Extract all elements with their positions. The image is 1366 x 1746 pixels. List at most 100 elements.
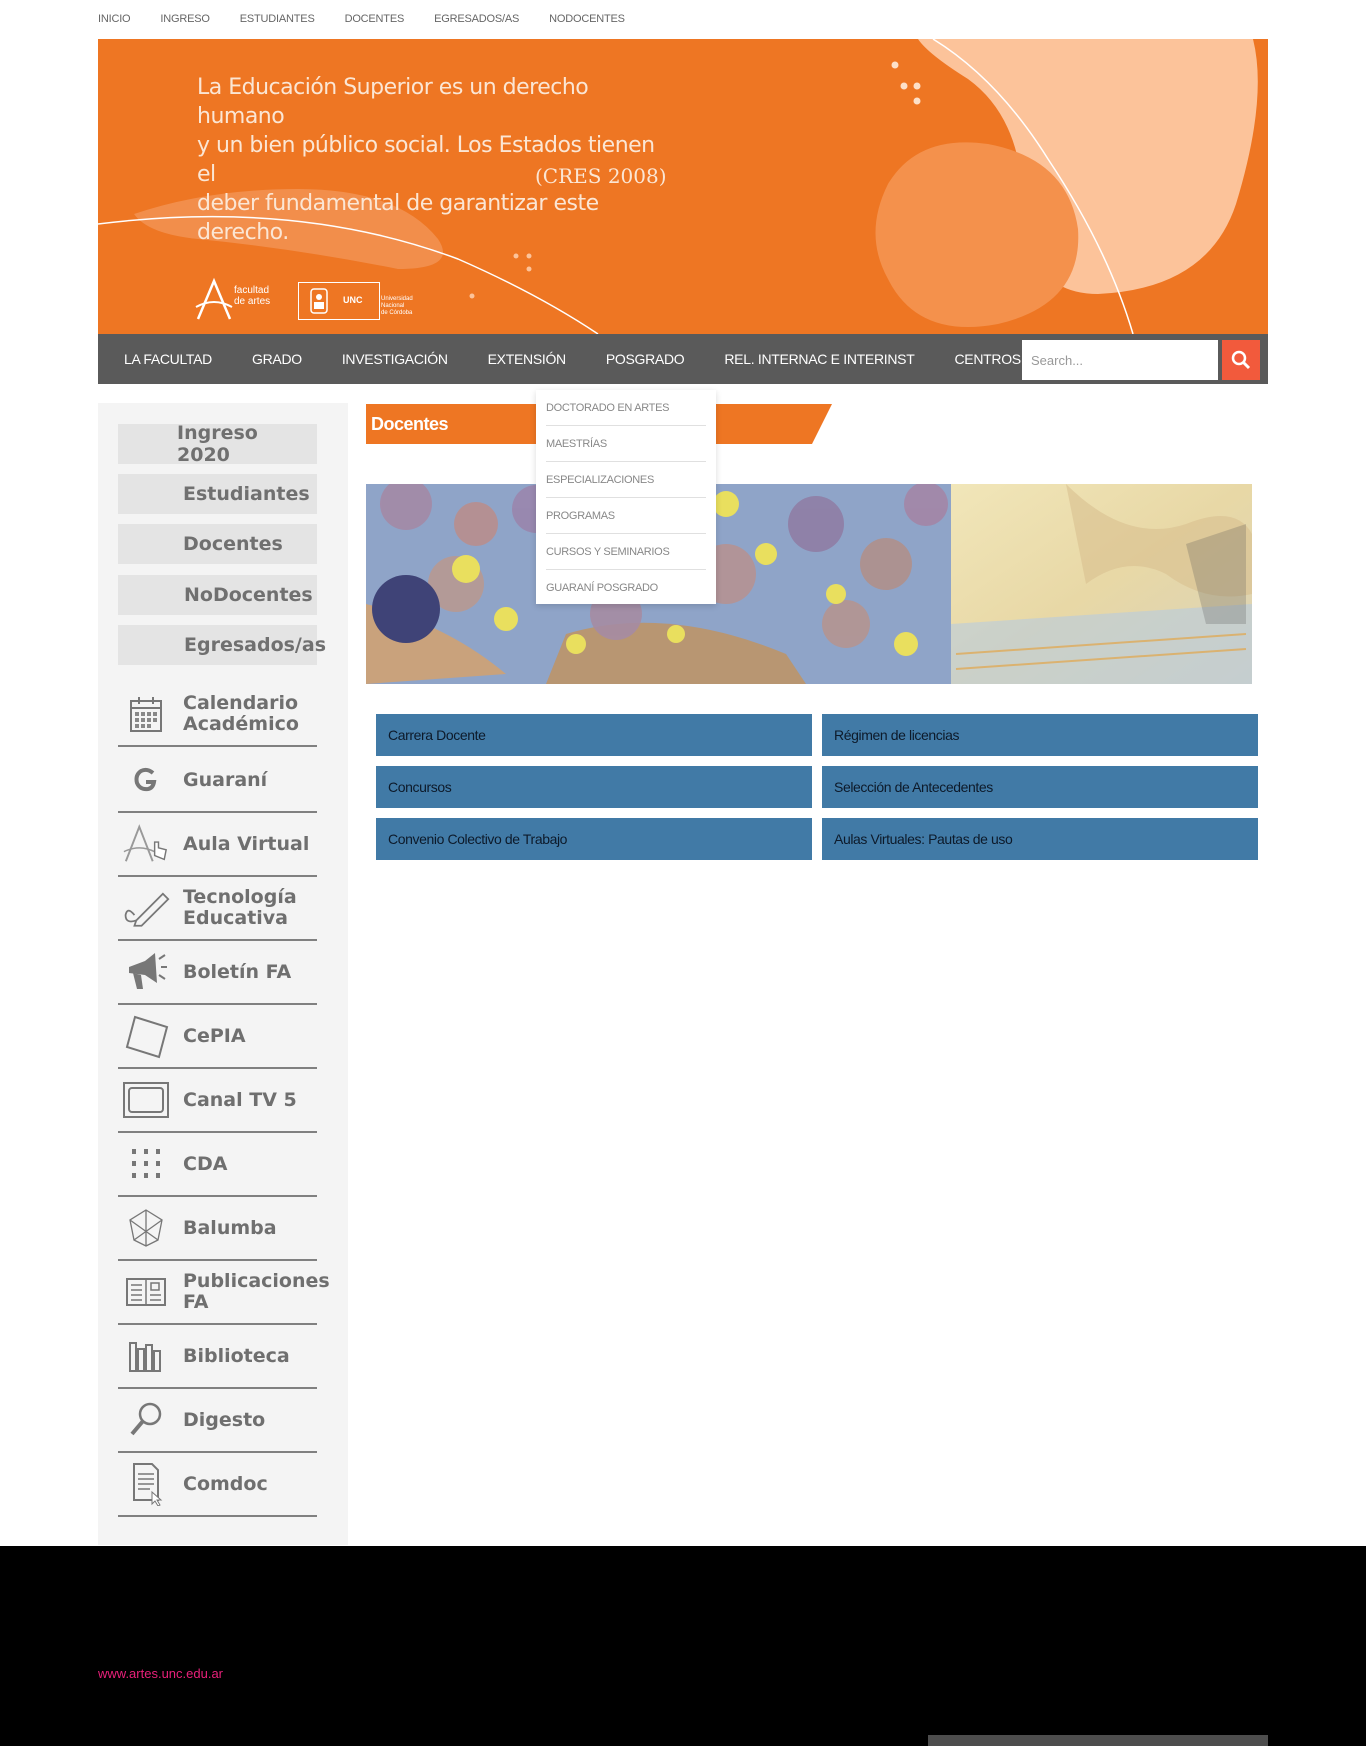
facultad-artes-logo[interactable]: facultad de artes: [194, 277, 284, 323]
unc-label: Universidad Nacional de Córdoba: [381, 296, 413, 317]
sidebar-link-boletin[interactable]: Boletín FA: [118, 941, 317, 1005]
unc-logo[interactable]: UNC: [298, 282, 380, 320]
sidebar-link-biblioteca[interactable]: Biblioteca: [118, 1325, 317, 1389]
sidebar-link-aula-virtual[interactable]: Aula Virtual: [118, 813, 317, 877]
page: INICIO INGRESO ESTUDIANTES DOCENTES EGRE…: [0, 0, 1366, 1746]
sidebar-pill-label: NoDocentes: [184, 584, 313, 606]
dropdown-item-doctorado[interactable]: DOCTORADO EN ARTES: [546, 390, 706, 426]
sidebar-link-calendario[interactable]: Calendario Académico: [118, 683, 317, 747]
top-nav-nodocentes[interactable]: NODOCENTES: [549, 13, 625, 25]
sidebar-link-label: Tecnología: [183, 886, 297, 908]
dropdown-item-programas[interactable]: PROGRAMAS: [546, 498, 706, 534]
sidebar-link-label: Balumba: [183, 1216, 277, 1239]
page-title-text: Docentes: [371, 414, 449, 434]
top-nav-estudiantes[interactable]: ESTUDIANTES: [240, 13, 315, 25]
sidebar-docentes[interactable]: Docentes: [118, 524, 317, 564]
sidebar-ingreso-2020[interactable]: Ingreso 2020: [118, 422, 317, 466]
sidebar-link-label: Educativa: [183, 907, 288, 929]
dropdown-item-especializaciones[interactable]: ESPECIALIZACIONES: [546, 462, 706, 498]
cepia-icon: [122, 1014, 170, 1059]
dropdown-item-guarani-posgrado[interactable]: GUARANÍ POSGRADO: [546, 570, 706, 606]
sidebar-link-label: Publicaciones: [183, 1270, 330, 1292]
sidebar-link-label: Académico: [183, 713, 299, 735]
sidebar-link-guarani[interactable]: Guaraní: [118, 749, 317, 813]
quote-source: (CRES 2008): [535, 164, 667, 188]
sidebar-link-label: Biblioteca: [183, 1344, 290, 1367]
newspaper-icon: [122, 1270, 170, 1314]
sidebar-link-comdoc[interactable]: Comdoc: [118, 1453, 317, 1517]
quote-line: La Educación Superior es un derecho huma…: [197, 75, 589, 129]
dots-icon: [122, 1142, 170, 1186]
nav-investigacion[interactable]: INVESTIGACIÓN: [342, 351, 448, 367]
sidebar-link-balumba[interactable]: Balumba: [118, 1197, 317, 1261]
header-banner: La Educación Superior es un derecho huma…: [98, 39, 1268, 334]
posgrado-dropdown: DOCTORADO EN ARTES MAESTRÍAS ESPECIALIZA…: [536, 390, 716, 604]
unc-shield-icon: [310, 288, 328, 314]
sidebar-link-label: Canal TV 5: [183, 1088, 297, 1111]
sidebar-pill-label: Docentes: [183, 533, 283, 555]
aulas-virtuales-button[interactable]: Aulas Virtuales: Pautas de uso: [822, 818, 1258, 860]
banner-quote: La Educación Superior es un derecho huma…: [197, 73, 677, 247]
sidebar-link-cepia[interactable]: CePIA: [118, 1005, 317, 1069]
top-nav-docentes[interactable]: DOCENTES: [345, 13, 405, 25]
tv-icon: [122, 1078, 170, 1122]
sidebar-link-label: Comdoc: [183, 1472, 268, 1495]
nav-la-facultad[interactable]: LA FACULTAD: [124, 351, 212, 367]
nav-rel-internac[interactable]: REL. INTERNAC E INTERINST: [724, 351, 914, 367]
sidebar-link-label: CDA: [183, 1152, 228, 1175]
sidebar-link-label: Digesto: [183, 1408, 266, 1431]
nav-centros[interactable]: CENTROS: [954, 351, 1021, 367]
sidebar-link-label: Guaraní: [183, 768, 268, 791]
search-input[interactable]: [1022, 340, 1218, 380]
unc-text: UNC: [343, 295, 363, 305]
seleccion-antecedentes-button[interactable]: Selección de Antecedentes: [822, 766, 1258, 808]
document-icon: [122, 1462, 170, 1506]
unc-line: Nacional: [381, 303, 405, 309]
balumba-icon: [122, 1206, 170, 1250]
carrera-docente-button[interactable]: Carrera Docente: [376, 714, 812, 756]
nav-posgrado[interactable]: POSGRADO: [606, 351, 685, 367]
sidebar-link-label: Calendario: [183, 692, 299, 714]
magnifier-icon: [122, 1398, 170, 1442]
convenio-colectivo-button[interactable]: Convenio Colectivo de Trabajo: [376, 818, 812, 860]
calendar-icon: [122, 692, 170, 736]
sidebar-link-label: Aula Virtual: [183, 832, 310, 855]
sidebar-link-label: FA: [183, 1291, 209, 1313]
nav-extension[interactable]: EXTENSIÓN: [488, 351, 567, 367]
hero-image: [366, 484, 1252, 684]
logo-text: facultad: [234, 285, 270, 296]
dropdown-item-cursos[interactable]: CURSOS Y SEMINARIOS: [546, 534, 706, 570]
sidebar-link-publicaciones[interactable]: Publicaciones FA: [118, 1261, 330, 1325]
books-icon: [122, 1334, 170, 1378]
aula-virtual-icon: [122, 822, 170, 866]
logo-text: de artes: [234, 296, 271, 307]
sidebar-nodocentes[interactable]: NoDocentes: [118, 575, 317, 615]
dropdown-item-maestrias[interactable]: MAESTRÍAS: [546, 426, 706, 462]
sidebar-egresados[interactable]: Egresados/as: [118, 625, 326, 665]
sidebar-link-digesto[interactable]: Digesto: [118, 1389, 317, 1453]
search-button[interactable]: [1222, 340, 1260, 380]
concursos-button[interactable]: Concursos: [376, 766, 812, 808]
nav-grado[interactable]: GRADO: [252, 351, 302, 367]
footer-url-link[interactable]: www.artes.unc.edu.ar: [98, 1666, 223, 1681]
top-nav-egresados[interactable]: EGRESADOS/AS: [434, 13, 519, 25]
unc-line: Universidad: [381, 296, 413, 302]
regimen-licencias-button[interactable]: Régimen de licencias: [822, 714, 1258, 756]
top-nav: INICIO INGRESO ESTUDIANTES DOCENTES EGRE…: [98, 0, 625, 38]
sidebar-link-label: CePIA: [183, 1024, 246, 1047]
top-nav-inicio[interactable]: INICIO: [98, 13, 131, 25]
sidebar-pill-label: Estudiantes: [183, 483, 310, 505]
search-icon: [1231, 350, 1251, 370]
footer: www.artes.unc.edu.ar: [0, 1546, 1366, 1746]
sidebar-link-cda[interactable]: CDA: [118, 1133, 317, 1197]
sidebar-estudiantes[interactable]: Estudiantes: [118, 474, 317, 514]
sidebar-link-canal-tv[interactable]: Canal TV 5: [118, 1069, 317, 1133]
main-nav: LA FACULTAD GRADO INVESTIGACIÓN EXTENSIÓ…: [98, 334, 1268, 384]
sidebar-link-tecnologia[interactable]: Tecnología Educativa: [118, 877, 317, 941]
pen-icon: [122, 886, 170, 930]
sidebar: Ingreso 2020 Estudiantes Docentes NoDoce…: [98, 403, 348, 1545]
quote-line: deber fundamental de garantizar este der…: [197, 191, 599, 245]
artwork-image: [366, 484, 1252, 684]
top-nav-ingreso[interactable]: INGRESO: [160, 13, 210, 25]
footer-bar: [928, 1735, 1268, 1746]
